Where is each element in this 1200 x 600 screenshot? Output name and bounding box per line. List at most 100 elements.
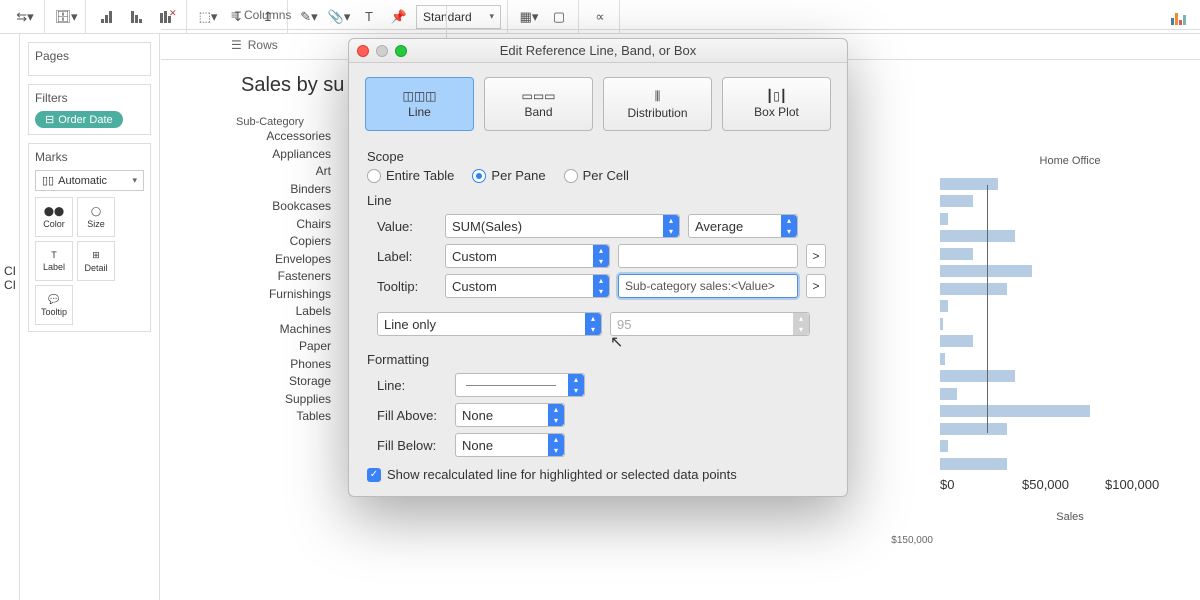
row-label[interactable]: Art (241, 163, 331, 181)
radio-label: Per Pane (491, 168, 545, 183)
rows-label: Rows (248, 38, 278, 52)
boxplot-tab-icon: ┃▯┃ (766, 89, 787, 103)
row-label[interactable]: Machines (241, 321, 331, 339)
dialog-titlebar[interactable]: Edit Reference Line, Band, or Box (349, 39, 847, 63)
bar-row[interactable] (940, 315, 1200, 333)
row-label[interactable]: Phones (241, 356, 331, 374)
tooltip-button[interactable]: 💬Tooltip (35, 285, 73, 325)
detail-button[interactable]: ⊞Detail (77, 241, 115, 281)
checkbox-icon: ✓ (367, 468, 381, 482)
line-style-select[interactable] (455, 373, 585, 397)
band-tab-icon: ▭▭▭ (521, 89, 555, 103)
filters-title: Filters (35, 91, 144, 105)
tooltip-mode-select[interactable]: Custom (445, 274, 610, 298)
row-label[interactable]: Furnishings (241, 286, 331, 304)
cards-sidebar: Pages Filters ⊟ Order Date Marks ▯▯ Auto… (20, 34, 160, 600)
tooltip-value-input[interactable]: Sub-category sales:<Value> (618, 274, 798, 298)
row-label[interactable]: Binders (241, 181, 331, 199)
fmt-line-label: Line: (377, 378, 447, 393)
filter-pill-order-date[interactable]: ⊟ Order Date (35, 111, 123, 128)
row-label[interactable]: Supplies (241, 391, 331, 409)
bar-row[interactable] (940, 385, 1200, 403)
recalc-checkbox[interactable]: ✓ Show recalculated line for highlighted… (367, 467, 829, 482)
bar-row[interactable] (940, 333, 1200, 351)
row-label[interactable]: Accessories (241, 128, 331, 146)
bar-row[interactable] (940, 420, 1200, 438)
rows-icon: ☰ (231, 38, 242, 52)
fill-above-select[interactable]: None (455, 403, 565, 427)
leftstub-text-1: CI (0, 264, 19, 278)
bar (940, 230, 1015, 242)
bar-row[interactable] (940, 455, 1200, 473)
sortasc-icon[interactable] (94, 4, 120, 30)
tooltip-insert-button[interactable]: > (806, 274, 826, 298)
label-button[interactable]: TLabel (35, 241, 73, 281)
bar-row[interactable] (940, 280, 1200, 298)
label-mode-select[interactable]: Custom (445, 244, 610, 268)
bar-row[interactable] (940, 175, 1200, 193)
line-only-select[interactable]: Line only (377, 312, 602, 336)
bar-row[interactable] (940, 298, 1200, 316)
bar-row[interactable] (940, 368, 1200, 386)
select-value: Custom (452, 249, 497, 264)
tab-line[interactable]: ◫◫◫Line (365, 77, 474, 131)
database-icon[interactable]: 🗄▾ (53, 4, 79, 30)
filters-card: Filters ⊟ Order Date (28, 84, 151, 135)
columns-shelf[interactable]: ≡Columns (161, 0, 1200, 30)
swap-icon[interactable]: ⇆▾ (12, 4, 38, 30)
select-value: None (462, 438, 493, 453)
value-field-select[interactable]: SUM(Sales) (445, 214, 680, 238)
edit-reference-dialog: Edit Reference Line, Band, or Box ◫◫◫Lin… (348, 38, 848, 497)
pages-title: Pages (35, 49, 144, 63)
marks-card: Marks ▯▯ Automatic ▾ ⬤⬤Color ◯Size TLabe… (28, 143, 151, 332)
radio-label: Entire Table (386, 168, 454, 183)
bar (940, 370, 1015, 382)
tab-boxplot[interactable]: ┃▯┃Box Plot (722, 77, 831, 131)
bar-row[interactable] (940, 350, 1200, 368)
label-value-input[interactable] (618, 244, 798, 268)
row-label[interactable]: Labels (241, 303, 331, 321)
bar-row[interactable] (940, 228, 1200, 246)
label-insert-button[interactable]: > (806, 244, 826, 268)
select-value: SUM(Sales) (452, 219, 522, 234)
row-label[interactable]: Bookcases (241, 198, 331, 216)
bar-row[interactable] (940, 193, 1200, 211)
mark-label: Size (87, 219, 105, 229)
size-button[interactable]: ◯Size (77, 197, 115, 237)
row-label[interactable]: Copiers (241, 233, 331, 251)
dialog-title: Edit Reference Line, Band, or Box (349, 43, 847, 58)
sortdesc-icon[interactable] (124, 4, 150, 30)
scope-per-pane[interactable]: Per Pane (472, 168, 545, 183)
marks-title: Marks (35, 150, 144, 164)
bar-row[interactable] (940, 403, 1200, 421)
bar-row[interactable] (940, 245, 1200, 263)
row-label[interactable]: Tables (241, 408, 331, 426)
line-tab-icon: ◫◫◫ (402, 89, 436, 103)
select-value: 95 (617, 317, 631, 332)
bar-row[interactable] (940, 263, 1200, 281)
bar (940, 335, 973, 347)
column-header: Sub-Category (236, 116, 304, 128)
row-labels: AccessoriesAppliancesArtBindersBookcases… (241, 128, 331, 426)
fill-below-select[interactable]: None (455, 433, 565, 457)
marks-type-select[interactable]: ▯▯ Automatic ▾ (35, 170, 144, 191)
row-label[interactable]: Fasteners (241, 268, 331, 286)
tab-distribution[interactable]: ⫼Distribution (603, 77, 712, 131)
value-agg-select[interactable]: Average (688, 214, 798, 238)
scope-entire-table[interactable]: Entire Table (367, 168, 454, 183)
dist-tab-icon: ⫼ (655, 89, 661, 104)
row-label[interactable]: Chairs (241, 216, 331, 234)
color-button[interactable]: ⬤⬤Color (35, 197, 73, 237)
bar-row[interactable] (940, 438, 1200, 456)
row-label[interactable]: Appliances (241, 146, 331, 164)
bar (940, 248, 973, 260)
row-label[interactable]: Storage (241, 373, 331, 391)
scope-per-cell[interactable]: Per Cell (564, 168, 629, 183)
tab-band[interactable]: ▭▭▭Band (484, 77, 593, 131)
row-label[interactable]: Envelopes (241, 251, 331, 269)
marks-type-label: Automatic (58, 175, 107, 187)
row-label[interactable]: Paper (241, 338, 331, 356)
axis-tick-0: $0 (940, 477, 954, 492)
reference-line[interactable] (987, 185, 988, 433)
bar-row[interactable] (940, 210, 1200, 228)
